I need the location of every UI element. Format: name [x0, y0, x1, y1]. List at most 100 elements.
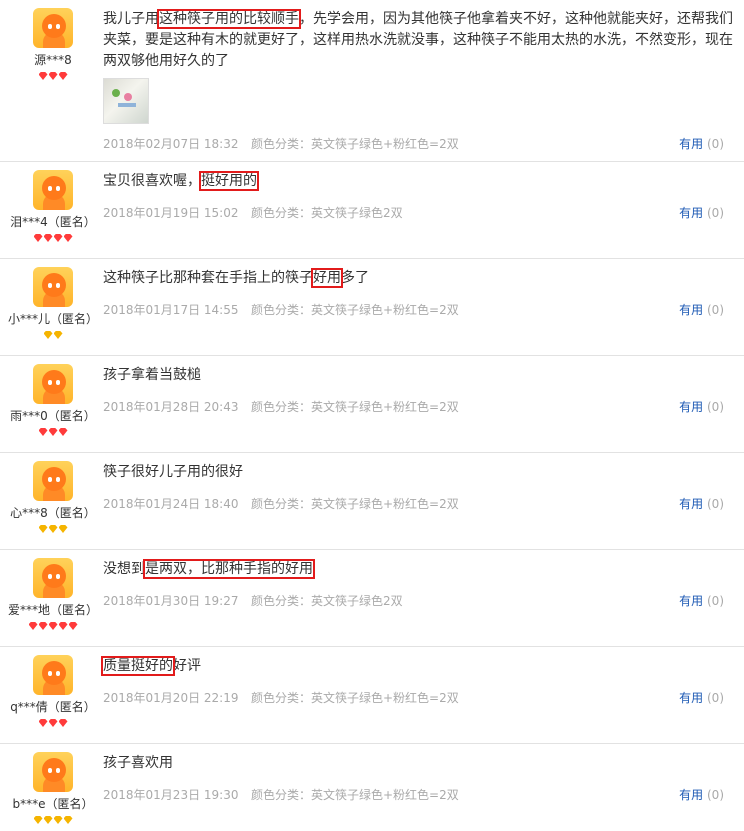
- reviewer-name[interactable]: q***倩（匿名）: [0, 698, 106, 715]
- useful-vote: 有用 (0): [679, 592, 724, 609]
- review-date: 2018年01月19日 15:02: [103, 206, 239, 220]
- red-diamond-icon: [48, 622, 58, 630]
- reviewer-name[interactable]: 泪***4（匿名）: [0, 213, 106, 230]
- gold-diamond-icon: [53, 816, 63, 824]
- review-date: 2018年01月17日 14:55: [103, 303, 239, 317]
- red-diamond-icon: [58, 622, 68, 630]
- review-item: 爱***地（匿名） 没想到是两双，比那种手指的好用 2018年01月30日 19…: [0, 550, 744, 647]
- avatar[interactable]: [33, 364, 73, 404]
- useful-button[interactable]: 有用: [679, 206, 703, 220]
- avatar[interactable]: [33, 558, 73, 598]
- red-diamond-icon: [53, 234, 63, 242]
- reviewer-level-badges: [0, 717, 106, 727]
- reviewer-level-badges: [0, 232, 106, 242]
- reviewer-info: 爱***地（匿名）: [0, 558, 106, 630]
- review-item: 泪***4（匿名） 宝贝很喜欢喔，挺好用的 2018年01月19日 15:02 颜…: [0, 162, 744, 259]
- red-diamond-icon: [28, 622, 38, 630]
- gold-diamond-icon: [53, 331, 63, 339]
- text-segment: 宝贝很喜欢喔，: [103, 173, 201, 189]
- avatar[interactable]: [33, 170, 73, 210]
- review-meta: 2018年01月24日 18:40 颜色分类：英文筷子绿色+粉红色=2双: [103, 495, 459, 512]
- useful-vote: 有用 (0): [679, 398, 724, 415]
- review-content: 我儿子用这种筷子用的比较顺手，先学会用，因为其他筷子他拿着夹不好，这种他就能夹好…: [103, 9, 743, 124]
- highlighted-phrase: 是两双，比那种手指的好用: [143, 559, 315, 579]
- useful-vote: 有用 (0): [679, 204, 724, 221]
- useful-count: (0): [707, 137, 724, 151]
- red-diamond-icon: [63, 234, 73, 242]
- review-content: 孩子喜欢用: [103, 753, 743, 774]
- red-diamond-icon: [38, 72, 48, 80]
- avatar[interactable]: [33, 267, 73, 307]
- review-variant: 颜色分类：英文筷子绿色+粉红色=2双: [251, 788, 459, 802]
- gold-diamond-icon: [48, 525, 58, 533]
- highlighted-phrase: 挺好用的: [199, 171, 259, 191]
- useful-vote: 有用 (0): [679, 786, 724, 803]
- review-item: 小***儿（匿名） 这种筷子比那种套在手指上的筷子好用多了 2018年01月17…: [0, 259, 744, 356]
- text-segment: 好评: [173, 658, 201, 674]
- review-content: 孩子拿着当鼓槌: [103, 365, 743, 386]
- review-variant: 颜色分类：英文筷子绿色+粉红色=2双: [251, 400, 459, 414]
- red-diamond-icon: [48, 72, 58, 80]
- reviewer-info: b***e（匿名）: [0, 752, 106, 824]
- review-variant: 颜色分类：英文筷子绿色+粉红色=2双: [251, 691, 459, 705]
- reviewer-name[interactable]: 爱***地（匿名）: [0, 601, 106, 618]
- useful-button[interactable]: 有用: [679, 400, 703, 414]
- review-meta: 2018年01月23日 19:30 颜色分类：英文筷子绿色+粉红色=2双: [103, 786, 459, 803]
- review-photo-thumbnail[interactable]: [103, 78, 149, 124]
- useful-button[interactable]: 有用: [679, 497, 703, 511]
- red-diamond-icon: [38, 622, 48, 630]
- reviewer-level-badges: [0, 523, 106, 533]
- review-content: 这种筷子比那种套在手指上的筷子好用多了: [103, 268, 743, 289]
- review-date: 2018年01月20日 22:19: [103, 691, 239, 705]
- review-meta: 2018年01月30日 19:27 颜色分类：英文筷子绿色2双: [103, 592, 403, 609]
- useful-vote: 有用 (0): [679, 135, 724, 152]
- text-segment: 孩子拿着当鼓槌: [103, 367, 201, 383]
- reviewer-name[interactable]: b***e（匿名）: [0, 795, 106, 812]
- text-segment: 孩子喜欢用: [103, 755, 173, 771]
- review-meta: 2018年01月19日 15:02 颜色分类：英文筷子绿色2双: [103, 204, 403, 221]
- gold-diamond-icon: [43, 816, 53, 824]
- useful-count: (0): [707, 497, 724, 511]
- review-item: 心***8（匿名） 筷子很好儿子用的很好 2018年01月24日 18:40 颜色…: [0, 453, 744, 550]
- reviewer-name[interactable]: 雨***0（匿名）: [0, 407, 106, 424]
- text-segment: 没想到: [103, 561, 145, 577]
- avatar[interactable]: [33, 461, 73, 501]
- useful-count: (0): [707, 206, 724, 220]
- review-date: 2018年02月07日 18:32: [103, 137, 239, 151]
- reviewer-info: 小***儿（匿名）: [0, 267, 106, 339]
- review-item: q***倩（匿名） 质量挺好的好评 2018年01月20日 22:19 颜色分类：…: [0, 647, 744, 744]
- reviewer-name[interactable]: 小***儿（匿名）: [0, 310, 106, 327]
- red-diamond-icon: [58, 428, 68, 436]
- useful-button[interactable]: 有用: [679, 788, 703, 802]
- review-text: 质量挺好的好评: [101, 656, 743, 677]
- review-meta: 2018年01月28日 20:43 颜色分类：英文筷子绿色+粉红色=2双: [103, 398, 459, 415]
- avatar[interactable]: [33, 8, 73, 48]
- review-list: 源***8 我儿子用这种筷子用的比较顺手，先学会用，因为其他筷子他拿着夹不好，这…: [0, 0, 744, 831]
- useful-count: (0): [707, 400, 724, 414]
- red-diamond-icon: [58, 72, 68, 80]
- reviewer-info: 源***8: [0, 8, 106, 80]
- useful-button[interactable]: 有用: [679, 303, 703, 317]
- avatar[interactable]: [33, 655, 73, 695]
- reviewer-name[interactable]: 源***8: [0, 51, 106, 68]
- red-diamond-icon: [38, 428, 48, 436]
- review-content: 宝贝很喜欢喔，挺好用的: [103, 171, 743, 192]
- review-text: 这种筷子比那种套在手指上的筷子好用多了: [103, 268, 743, 289]
- useful-count: (0): [707, 691, 724, 705]
- red-diamond-icon: [58, 719, 68, 727]
- reviewer-level-badges: [0, 620, 106, 630]
- review-text: 孩子拿着当鼓槌: [103, 365, 743, 386]
- avatar[interactable]: [33, 752, 73, 792]
- review-date: 2018年01月30日 19:27: [103, 594, 239, 608]
- red-diamond-icon: [48, 719, 58, 727]
- review-meta: 2018年01月17日 14:55 颜色分类：英文筷子绿色+粉红色=2双: [103, 301, 459, 318]
- useful-button[interactable]: 有用: [679, 594, 703, 608]
- text-segment: 多了: [341, 270, 369, 286]
- useful-vote: 有用 (0): [679, 689, 724, 706]
- red-diamond-icon: [48, 428, 58, 436]
- useful-button[interactable]: 有用: [679, 691, 703, 705]
- reviewer-name[interactable]: 心***8（匿名）: [0, 504, 106, 521]
- reviewer-level-badges: [0, 814, 106, 824]
- useful-button[interactable]: 有用: [679, 137, 703, 151]
- reviewer-info: 心***8（匿名）: [0, 461, 106, 533]
